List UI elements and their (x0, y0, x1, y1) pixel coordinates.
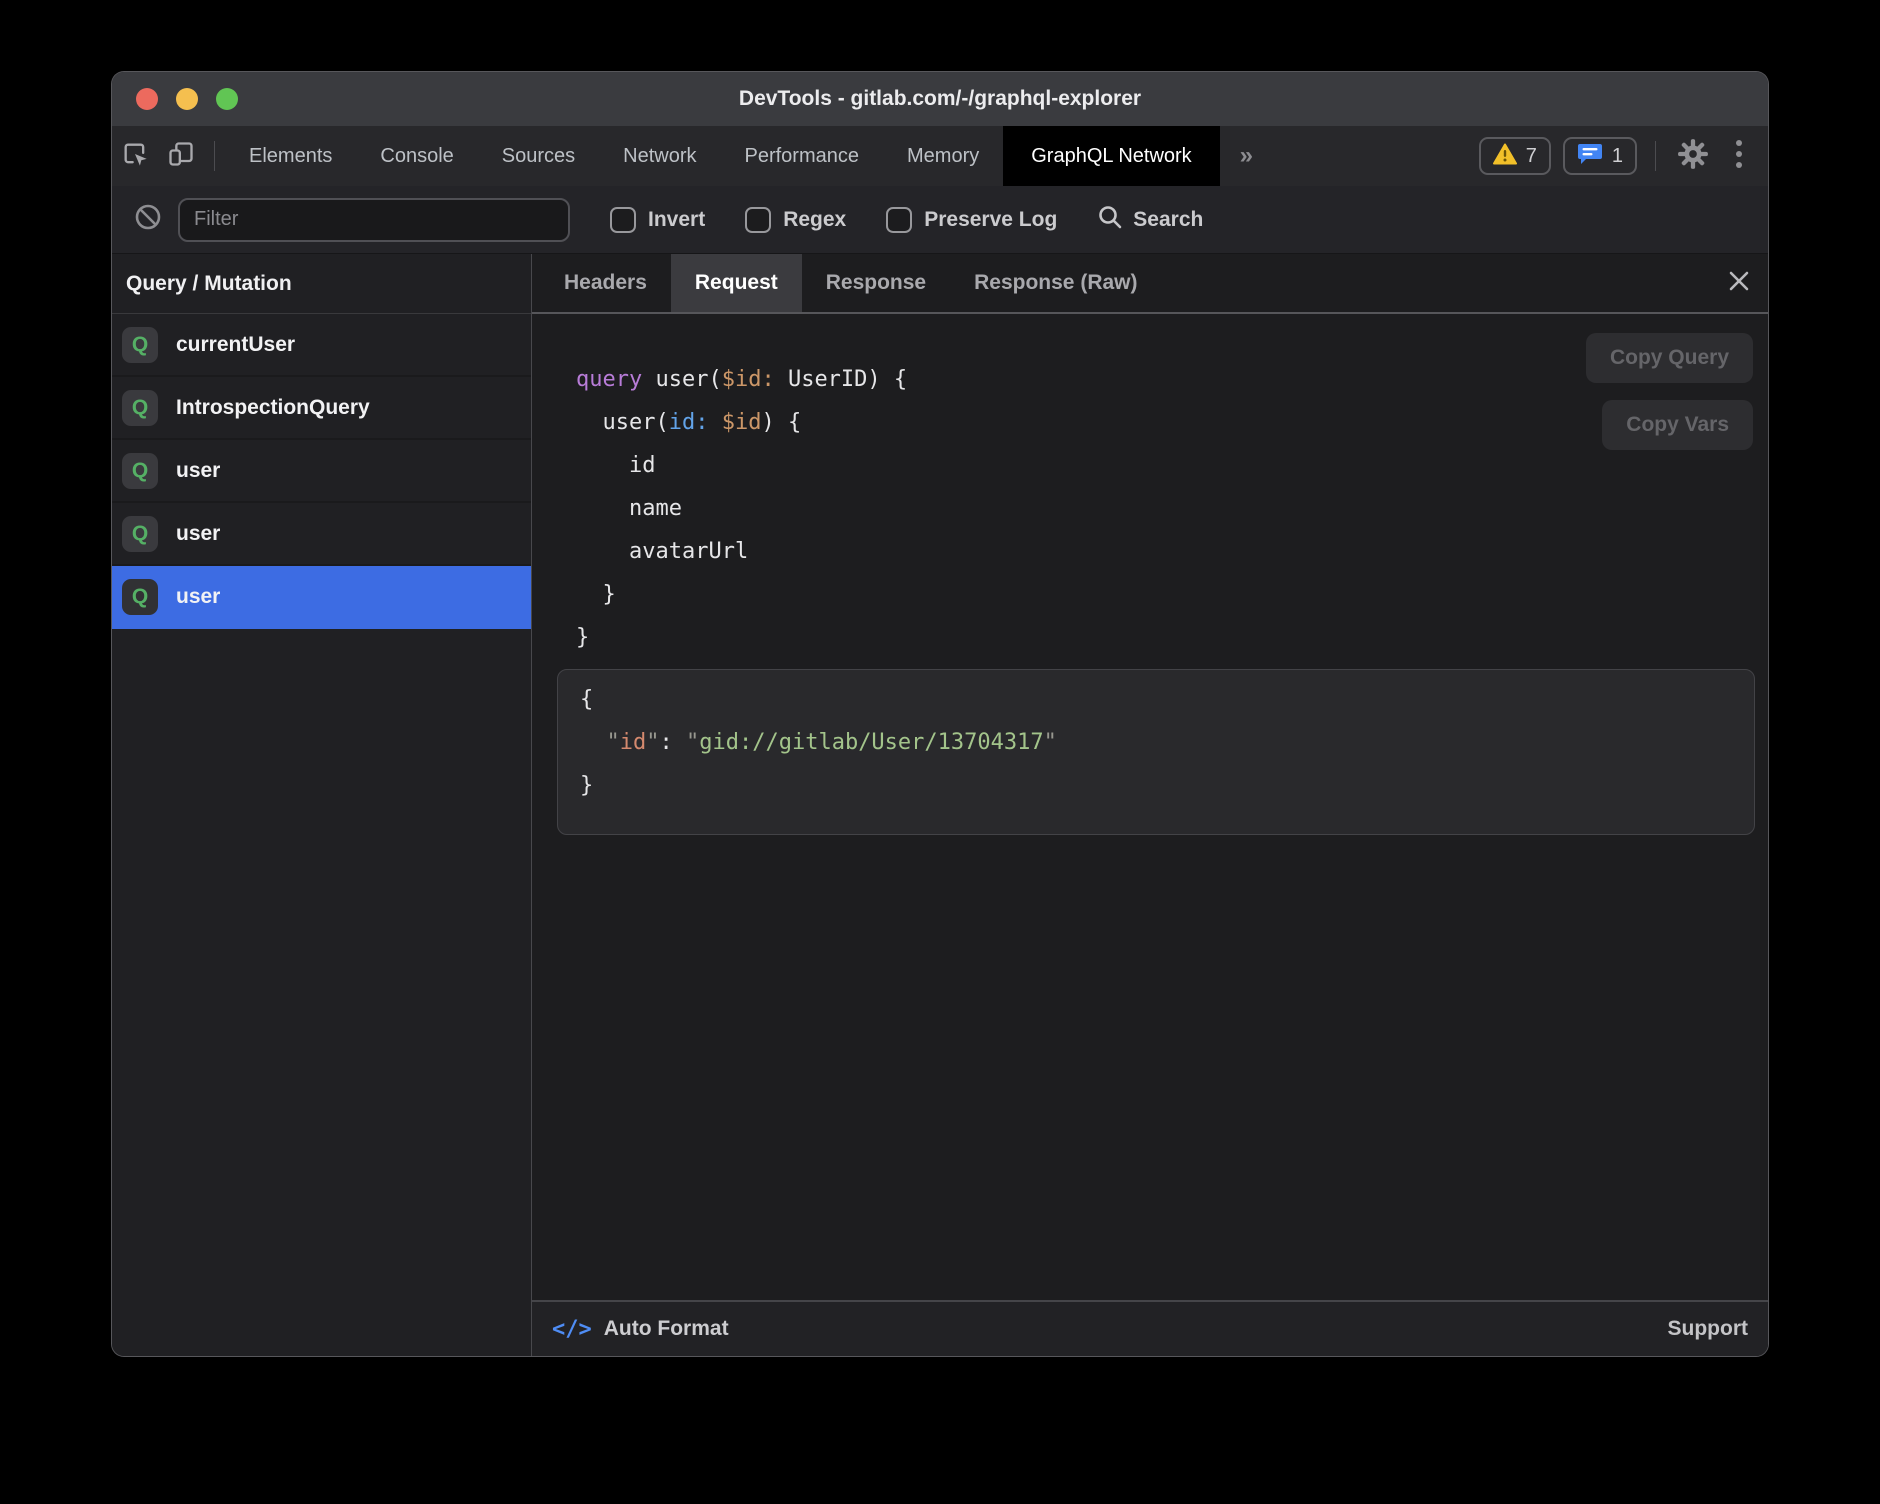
tab-request[interactable]: Request (671, 254, 802, 312)
warning-triangle-icon (1493, 143, 1517, 170)
list-item-user-3-selected[interactable]: Q user (112, 566, 531, 629)
query-type-badge: Q (122, 516, 158, 552)
tab-performance[interactable]: Performance (721, 126, 884, 186)
query-list-header: Query / Mutation (112, 254, 531, 314)
filter-input[interactable] (178, 198, 570, 242)
query-name: user (176, 459, 220, 483)
device-toolbar-button[interactable] (158, 126, 204, 186)
close-icon (1727, 269, 1751, 298)
regex-checkbox[interactable] (745, 207, 771, 233)
warnings-count: 7 (1526, 145, 1537, 168)
title-bar: DevTools - gitlab.com/-/graphql-explorer (112, 72, 1768, 126)
devtools-window: DevTools - gitlab.com/-/graphql-explorer… (112, 72, 1768, 1356)
regex-label: Regex (783, 208, 846, 232)
more-tabs-chevron-icon[interactable]: » (1220, 126, 1273, 186)
invert-label: Invert (648, 208, 705, 232)
minimize-traffic-light-icon[interactable] (176, 88, 198, 110)
copy-query-button[interactable]: Copy Query (1586, 333, 1753, 383)
window-title: DevTools - gitlab.com/-/graphql-explorer (739, 87, 1141, 111)
query-name: user (176, 522, 220, 546)
block-icon[interactable] (134, 203, 162, 236)
search-button[interactable]: Search (1097, 204, 1203, 235)
support-link[interactable]: Support (1668, 1317, 1748, 1341)
gear-icon (1677, 138, 1709, 175)
query-list-panel: Query / Mutation Q currentUser Q Introsp… (112, 254, 532, 1356)
list-item-currentuser[interactable]: Q currentUser (112, 314, 531, 377)
invert-checkbox-group[interactable]: Invert (610, 207, 705, 233)
tab-memory[interactable]: Memory (883, 126, 1003, 186)
tab-network[interactable]: Network (599, 126, 720, 186)
query-name: currentUser (176, 333, 295, 357)
kebab-menu-button[interactable] (1716, 126, 1762, 186)
code-brackets-icon: </> (552, 1317, 592, 1342)
device-toolbar-icon (167, 140, 195, 173)
main-area: Query / Mutation Q currentUser Q Introsp… (112, 254, 1768, 1356)
close-traffic-light-icon[interactable] (136, 88, 158, 110)
query-type-badge: Q (122, 453, 158, 489)
preserve-log-checkbox-group[interactable]: Preserve Log (886, 207, 1057, 233)
settings-button[interactable] (1670, 126, 1716, 186)
close-detail-button[interactable] (1710, 254, 1768, 312)
preserve-log-label: Preserve Log (924, 208, 1057, 232)
request-content: query user($id: UserID) { user(id: $id) … (532, 314, 1768, 1300)
copy-vars-button[interactable]: Copy Vars (1602, 400, 1753, 450)
detail-footer: </> Auto Format Support (532, 1300, 1768, 1356)
query-type-badge: Q (122, 390, 158, 426)
warnings-badge[interactable]: 7 (1479, 137, 1551, 175)
search-label: Search (1133, 208, 1203, 232)
invert-checkbox[interactable] (610, 207, 636, 233)
zoom-traffic-light-icon[interactable] (216, 88, 238, 110)
regex-checkbox-group[interactable]: Regex (745, 207, 846, 233)
query-name: user (176, 585, 220, 609)
request-detail-panel: Headers Request Response Response (Raw) … (532, 254, 1768, 1356)
inspect-cursor-icon (121, 140, 149, 173)
tab-headers[interactable]: Headers (540, 254, 671, 312)
tab-response-raw[interactable]: Response (Raw) (950, 254, 1161, 312)
query-type-badge: Q (122, 579, 158, 615)
inspect-element-button[interactable] (112, 126, 158, 186)
auto-format-button[interactable]: Auto Format (604, 1317, 729, 1341)
list-item-introspectionquery[interactable]: Q IntrospectionQuery (112, 377, 531, 440)
tab-graphql-network[interactable]: GraphQL Network (1003, 126, 1219, 186)
toolbar-divider (1655, 141, 1656, 171)
messages-count: 1 (1612, 145, 1623, 168)
main-tab-bar: Elements Console Sources Network Perform… (112, 126, 1768, 186)
search-icon (1097, 204, 1123, 235)
list-item-user-1[interactable]: Q user (112, 440, 531, 503)
list-item-user-2[interactable]: Q user (112, 503, 531, 566)
tab-console[interactable]: Console (356, 126, 477, 186)
query-type-badge: Q (122, 327, 158, 363)
graphql-query-code: query user($id: UserID) { user(id: $id) … (576, 358, 1768, 659)
query-variables-block: { "id": "gid://gitlab/User/13704317"} (557, 669, 1755, 835)
three-dots-icon (1735, 138, 1743, 175)
preserve-log-checkbox[interactable] (886, 207, 912, 233)
chat-bubble-icon (1577, 142, 1603, 171)
toolbar-divider (214, 141, 215, 171)
detail-tab-bar: Headers Request Response Response (Raw) (532, 254, 1768, 314)
query-name: IntrospectionQuery (176, 396, 370, 420)
filter-bar: Invert Regex Preserve Log Search (112, 186, 1768, 254)
traffic-lights (136, 72, 238, 126)
tab-elements[interactable]: Elements (225, 126, 356, 186)
tab-response[interactable]: Response (802, 254, 950, 312)
tab-sources[interactable]: Sources (478, 126, 599, 186)
messages-badge[interactable]: 1 (1563, 137, 1637, 175)
